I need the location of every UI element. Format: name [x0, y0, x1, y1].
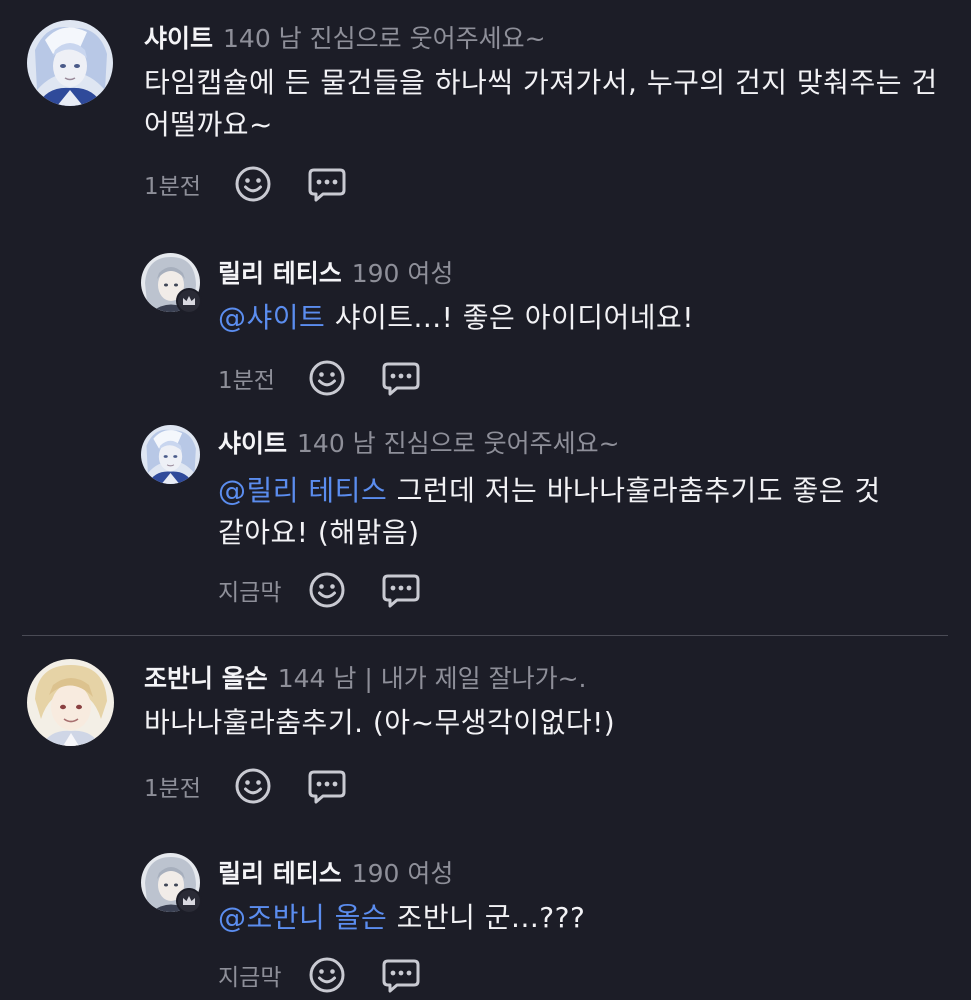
comment-header: 샤이트 140 남 진심으로 웃어주세요~ [144, 22, 546, 56]
crown-icon [183, 896, 195, 905]
author-name[interactable]: 조반니 올슨 [144, 664, 268, 693]
smiley-icon [309, 360, 345, 396]
mention-link[interactable]: @샤이트 [218, 301, 325, 334]
speech-bubble-icon [308, 168, 346, 202]
comment-actions: 지금막 [218, 568, 454, 612]
reply-button[interactable] [380, 569, 422, 611]
comment-text-content: 바나나훌라춤추기. (아~무생각이없다!) [144, 706, 616, 739]
comment-text-content: 타임캡슐에 든 물건들을 하나씩 가져가서, 누구의 건지 맞춰주는 건 어떨까… [144, 66, 938, 141]
timestamp: 지금막 [218, 965, 282, 991]
smiley-icon [309, 572, 345, 608]
author-name[interactable]: 릴리 테티스 [218, 859, 342, 888]
avatar-image [141, 425, 200, 484]
reply-button[interactable] [380, 954, 422, 996]
avatar[interactable] [27, 20, 113, 106]
mention-link[interactable]: @릴리 테티스 [218, 474, 387, 507]
comment-actions: 지금막 [218, 953, 454, 997]
comment-header: 조반니 올슨 144 남 | 내가 제일 잘나가~. [144, 662, 587, 696]
comment-header: 릴리 테티스 190 여성 [218, 257, 453, 291]
comment-actions: 1분전 [144, 764, 380, 808]
author-meta: 144 남 | 내가 제일 잘나가~. [277, 664, 587, 693]
avatar-image [27, 659, 114, 746]
comment-header: 릴리 테티스 190 여성 [218, 857, 453, 891]
timestamp: 지금막 [218, 580, 282, 606]
react-button[interactable] [232, 765, 274, 807]
comment-2: 릴리 테티스 190 여성 @샤이트 샤이트...! 좋은 아이디어네요! 1분전 [0, 240, 971, 410]
react-button[interactable] [232, 163, 274, 205]
speech-bubble-icon [382, 574, 420, 608]
react-button[interactable] [306, 357, 348, 399]
timestamp: 1분전 [144, 174, 201, 200]
comment-text: @릴리 테티스 그런데 저는 바나나훌라춤추기도 좋은 것 같아요! (해맑음) [218, 470, 908, 554]
comment-actions: 1분전 [144, 162, 380, 206]
smiley-icon [309, 957, 345, 993]
comment-text: @샤이트 샤이트...! 좋은 아이디어네요! [218, 297, 938, 339]
author-meta: 190 여성 [351, 259, 454, 288]
timestamp: 1분전 [144, 776, 201, 802]
comment-actions: 1분전 [218, 356, 454, 400]
badge [176, 288, 202, 314]
smiley-icon [235, 768, 271, 804]
comment-text: 타임캡슐에 든 물건들을 하나씩 가져가서, 누구의 건지 맞춰주는 건 어떨까… [144, 62, 944, 146]
comment-text: @조반니 올슨 조반니 군...??? [218, 897, 938, 939]
author-name[interactable]: 릴리 테티스 [218, 259, 342, 288]
speech-bubble-icon [382, 362, 420, 396]
speech-bubble-icon [308, 770, 346, 804]
author-meta: 140 남 진심으로 웃어주세요~ [223, 24, 546, 53]
timestamp: 1분전 [218, 368, 275, 394]
comment-text-content: 조반니 군...??? [396, 901, 586, 934]
comment-text-content: 샤이트...! 좋은 아이디어네요! [334, 301, 694, 334]
comment-5: 릴리 테티스 190 여성 @조반니 올슨 조반니 군...??? 지금막 [0, 840, 971, 1000]
comment-text: 바나나훌라춤추기. (아~무생각이없다!) [144, 702, 934, 744]
thread-divider [22, 635, 948, 636]
badge [176, 888, 202, 914]
comment-3: 샤이트 140 남 진심으로 웃어주세요~ @릴리 테티스 그런데 저는 바나나훌… [0, 415, 971, 625]
mention-link[interactable]: @조반니 올슨 [218, 901, 387, 934]
comment-1: 샤이트 140 남 진심으로 웃어주세요~ 타임캡슐에 든 물건들을 하나씩 가져… [0, 0, 971, 220]
author-name[interactable]: 샤이트 [144, 24, 213, 53]
crown-icon [183, 296, 195, 305]
comment-4: 조반니 올슨 144 남 | 내가 제일 잘나가~. 바나나훌라춤추기. (아~무… [0, 640, 971, 830]
avatar[interactable] [141, 425, 200, 484]
author-meta: 140 남 진심으로 웃어주세요~ [297, 429, 620, 458]
react-button[interactable] [306, 569, 348, 611]
reply-button[interactable] [306, 163, 348, 205]
comment-header: 샤이트 140 남 진심으로 웃어주세요~ [218, 427, 620, 461]
avatar[interactable] [27, 659, 114, 746]
react-button[interactable] [306, 954, 348, 996]
reply-button[interactable] [380, 357, 422, 399]
author-name[interactable]: 샤이트 [218, 429, 287, 458]
smiley-icon [235, 166, 271, 202]
author-meta: 190 여성 [351, 859, 454, 888]
speech-bubble-icon [382, 959, 420, 993]
avatar-image [27, 20, 113, 106]
reply-button[interactable] [306, 765, 348, 807]
